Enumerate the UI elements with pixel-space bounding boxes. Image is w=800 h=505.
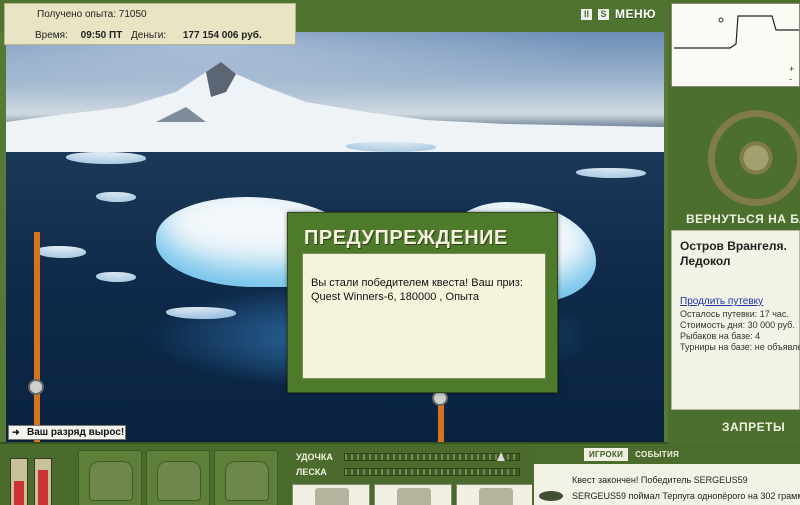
mountain-range bbox=[6, 62, 664, 152]
day-cost: Стоимость дня: 30 000 руб. bbox=[680, 320, 795, 330]
bans-button[interactable]: ЗАПРЕТЫ bbox=[722, 420, 785, 434]
right-panel: + - ВЕРНУТЬСЯ НА БАЗУ Остров Врангеля. Л… bbox=[668, 0, 800, 505]
bite-graph: + - bbox=[671, 3, 800, 87]
fishers-count: Рыбаков на базе: 4 bbox=[680, 331, 761, 341]
events-list: Квест закончен! Победитель SERGEUS59 SER… bbox=[534, 464, 800, 505]
fish-icon bbox=[539, 491, 563, 501]
graph-line bbox=[674, 15, 799, 49]
dialog-message-line2: Quest Winners-6, 180000 , Опыта bbox=[311, 291, 479, 303]
tackle-slot-bait[interactable] bbox=[456, 484, 534, 505]
trip-remaining: Осталось путевки: 17 час. bbox=[680, 309, 789, 319]
top-controls: II S МЕНЮ bbox=[580, 7, 656, 21]
fishing-rod-left[interactable] bbox=[34, 232, 40, 442]
gauge-left bbox=[10, 458, 28, 505]
gauge-right bbox=[34, 458, 52, 505]
gauge-left-fill bbox=[14, 480, 24, 505]
arrow-right-icon: ➜ bbox=[12, 427, 20, 437]
time-label: Время: bbox=[35, 30, 68, 41]
line-label: ЛЕСКА bbox=[296, 467, 327, 477]
tackle-slot-rod[interactable] bbox=[292, 484, 370, 505]
reel-icon bbox=[28, 379, 44, 395]
menu-button[interactable]: МЕНЮ bbox=[615, 7, 656, 21]
money-row: Деньги: 177 154 006 руб. bbox=[131, 30, 262, 41]
game-frame: II S МЕНЮ Получено опыта: 71050 Время: 0… bbox=[0, 0, 800, 505]
tackle-slot-reel[interactable] bbox=[374, 484, 452, 505]
sound-icon[interactable]: S bbox=[597, 8, 609, 20]
reel-item-icon bbox=[397, 488, 431, 505]
player-info-card: Получено опыта: 71050 Время: 09:50 ПТ Де… bbox=[4, 3, 296, 45]
tension-pointer-icon bbox=[497, 452, 505, 461]
tackle-panel: УДОЧКА ЛЕСКА bbox=[290, 448, 534, 505]
experience-value: 71050 bbox=[118, 9, 147, 20]
ice-floe bbox=[66, 152, 146, 164]
graph-zoom-controls[interactable]: + - bbox=[789, 64, 797, 84]
gauge-right-fill bbox=[38, 469, 48, 505]
time-row: Время: 09:50 ПТ bbox=[35, 30, 122, 41]
events-panel: ИГРОКИ СОБЫТИЯ Квест закончен! Победител… bbox=[532, 444, 800, 505]
tools-slot[interactable] bbox=[214, 450, 278, 505]
base-name: Остров Врангеля. Ледокол bbox=[680, 239, 787, 268]
rod-icon bbox=[315, 488, 349, 505]
ship-wheel-icon[interactable] bbox=[708, 110, 800, 206]
dialog-title: ПРЕДУПРЕЖДЕНИЕ bbox=[304, 227, 508, 249]
tournaments-info: Турниры на базе: не объявлены bbox=[680, 342, 800, 352]
return-to-base-button[interactable]: ВЕРНУТЬСЯ НА БАЗУ bbox=[686, 212, 800, 226]
extend-trip-link[interactable]: Продлить путевку bbox=[680, 296, 763, 307]
tab-events[interactable]: СОБЫТИЯ bbox=[630, 448, 684, 461]
event-item: SERGEUS59 поймал Терпуга однопёрого на 3… bbox=[572, 491, 800, 501]
dialog-body: Вы стали победителем квеста! Ваш приз: Q… bbox=[302, 253, 546, 379]
gauges bbox=[10, 458, 52, 505]
tab-players[interactable]: ИГРОКИ bbox=[584, 448, 629, 461]
bag-icon bbox=[157, 461, 201, 501]
rod-tension-bar bbox=[344, 452, 520, 461]
money-label: Деньги: bbox=[131, 30, 167, 41]
ice-floe bbox=[96, 272, 136, 282]
dialog-message-line1: Вы стали победителем квеста! Ваш приз: bbox=[311, 277, 523, 289]
bait-icon bbox=[479, 488, 513, 505]
bag-slot[interactable] bbox=[146, 450, 210, 505]
events-tabs: ИГРОКИ СОБЫТИЯ bbox=[584, 448, 684, 461]
time-value: 09:50 ПТ bbox=[80, 30, 123, 41]
tools-icon bbox=[225, 461, 269, 501]
event-item: Квест закончен! Победитель SERGEUS59 bbox=[572, 475, 748, 485]
rank-notice-text: Ваш разряд вырос! bbox=[27, 427, 125, 438]
ice-floe bbox=[576, 168, 646, 178]
ice-floe bbox=[36, 246, 86, 258]
backpack-icon bbox=[89, 461, 133, 501]
base-info-card: Остров Врангеля. Ледокол Продлить путевк… bbox=[671, 230, 800, 410]
money-value: 177 154 006 руб. bbox=[182, 30, 262, 41]
rod-label: УДОЧКА bbox=[296, 452, 333, 462]
experience-row: Получено опыта: 71050 bbox=[37, 9, 147, 20]
rank-up-notice[interactable]: ➜ Ваш разряд вырос! bbox=[8, 425, 126, 440]
warning-dialog[interactable]: ПРЕДУПРЕЖДЕНИЕ Вы стали победителем квес… bbox=[287, 212, 558, 393]
ice-floe bbox=[96, 192, 136, 202]
pause-icon[interactable]: II bbox=[580, 8, 592, 20]
experience-label: Получено опыта: bbox=[37, 9, 116, 20]
line-tension-bar bbox=[344, 468, 520, 476]
backpack-slot[interactable] bbox=[78, 450, 142, 505]
